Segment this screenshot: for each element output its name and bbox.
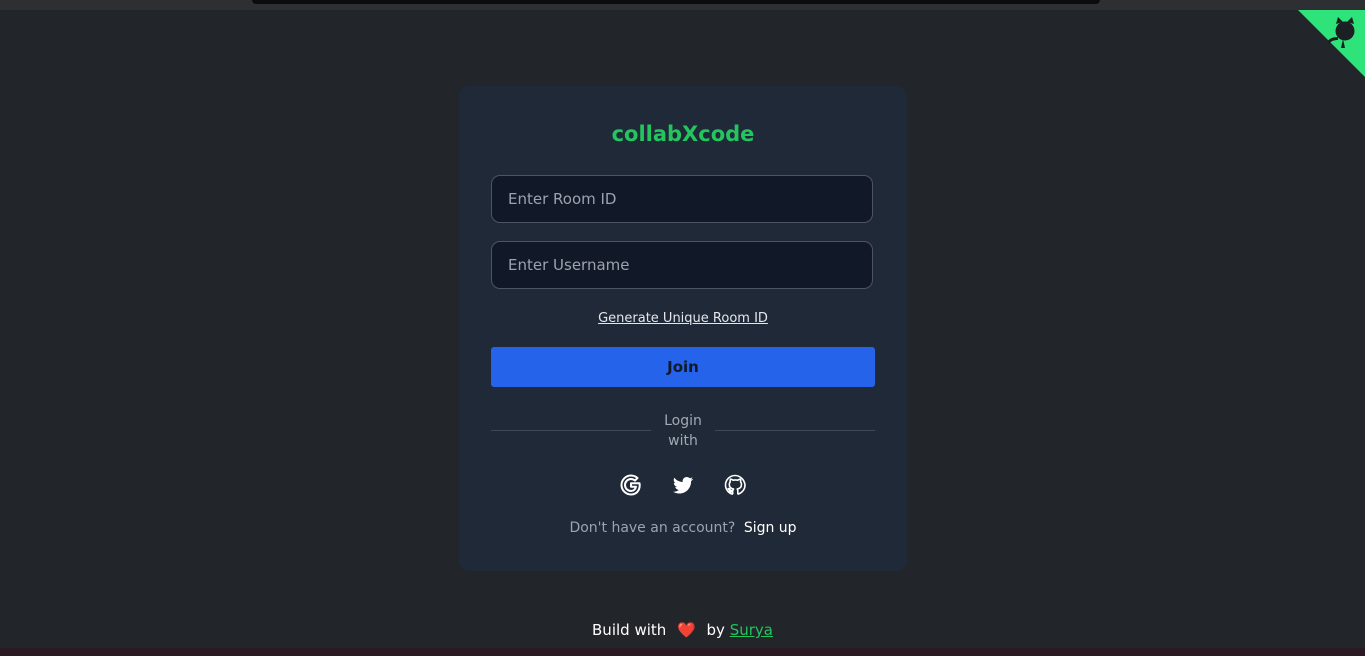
divider-right <box>715 430 875 431</box>
google-login-button[interactable] <box>619 473 643 497</box>
github-login-button[interactable] <box>723 473 747 497</box>
twitter-icon <box>672 476 694 494</box>
room-id-input[interactable] <box>491 175 873 223</box>
login-card: collabXcode Generate Unique Room ID Join… <box>459 86 907 571</box>
brand-title: collabXcode <box>611 122 755 146</box>
github-octocat-icon <box>1298 10 1365 77</box>
join-button[interactable]: Join <box>491 347 875 387</box>
generate-room-id-link[interactable]: Generate Unique Room ID <box>459 311 907 326</box>
footer-prefix: Build with <box>592 621 667 639</box>
twitter-login-button[interactable] <box>671 473 695 497</box>
github-icon <box>724 474 746 495</box>
author-link[interactable]: Surya <box>730 621 773 639</box>
signup-row: Don't have an account? Sign up <box>459 520 907 536</box>
divider-left <box>491 430 651 431</box>
footer: Build with ❤️ by Surya <box>0 621 1365 639</box>
login-with-text: Login with <box>664 413 702 449</box>
heart-icon: ❤️ <box>677 621 696 639</box>
github-corner-ribbon[interactable] <box>1298 10 1365 77</box>
signup-prompt: Don't have an account? <box>569 520 736 536</box>
top-bar <box>252 0 1100 4</box>
bottom-strip <box>0 648 1365 656</box>
username-input[interactable] <box>491 241 873 289</box>
google-icon <box>620 474 641 496</box>
footer-by: by <box>706 621 725 639</box>
signup-link[interactable]: Sign up <box>744 520 797 536</box>
